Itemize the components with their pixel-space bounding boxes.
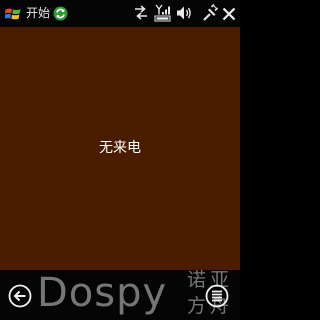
- windows-flag-icon: [5, 8, 21, 20]
- start-label: 开始: [26, 6, 51, 20]
- start-button[interactable]: 开始: [3, 3, 71, 24]
- data-arrows-icon[interactable]: [134, 4, 148, 22]
- back-button[interactable]: [8, 284, 32, 308]
- menu-button[interactable]: [205, 284, 229, 308]
- phone-screen: 开始 无来电 Dospy 诺亚 方舟: [0, 0, 240, 320]
- sync-icon[interactable]: [53, 6, 68, 21]
- watermark-brand: Dospy: [37, 270, 168, 316]
- signal-icon[interactable]: [154, 4, 171, 22]
- connectivity-icon[interactable]: [202, 4, 218, 22]
- content-area: 无来电: [0, 27, 240, 270]
- no-incoming-call-message: 无来电: [99, 140, 141, 156]
- status-bar: 开始: [0, 0, 240, 27]
- volume-icon[interactable]: [176, 4, 192, 22]
- close-button[interactable]: [222, 5, 236, 23]
- softkey-bar: Dospy 诺亚 方舟: [0, 270, 240, 320]
